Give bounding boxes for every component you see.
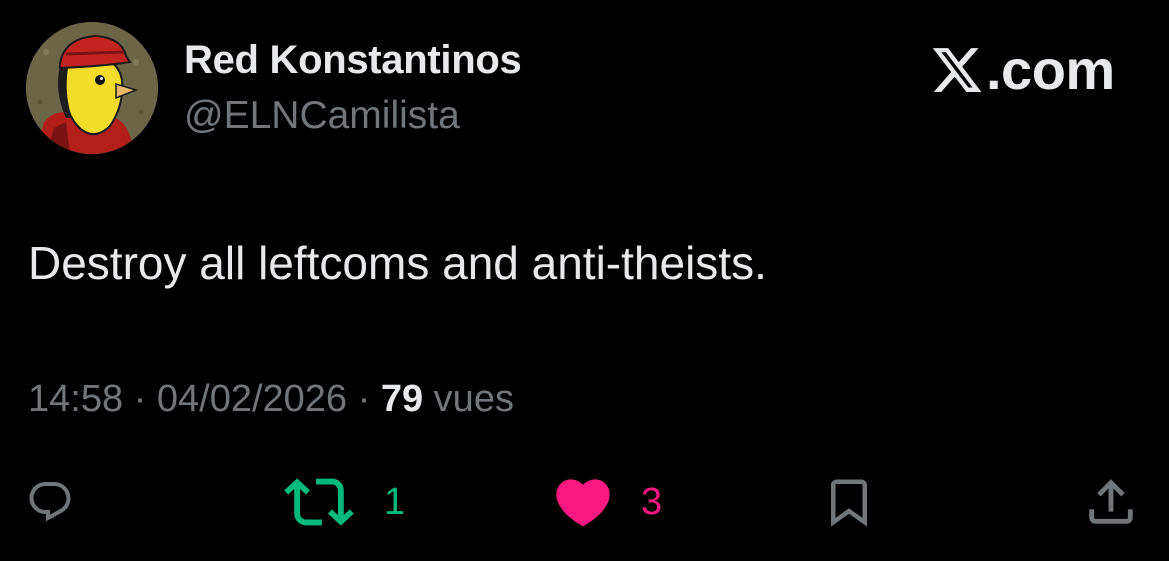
display-name[interactable]: Red Konstantinos	[184, 38, 522, 83]
like-count: 3	[641, 480, 663, 523]
retweet-button[interactable]: 1	[284, 474, 405, 530]
tweet-meta: 14:58 · 04/02/2026 · 79 vues	[28, 378, 514, 421]
meta-separator: ·	[347, 378, 381, 420]
views-label: vues	[423, 378, 514, 420]
brand-suffix: .com	[986, 38, 1115, 101]
reply-icon	[29, 482, 71, 522]
like-button[interactable]: 3	[551, 474, 662, 530]
retweet-count: 1	[384, 480, 406, 523]
avatar[interactable]	[26, 22, 158, 154]
retweet-icon	[284, 478, 354, 526]
bookmark-button[interactable]	[822, 474, 876, 530]
meta-separator: ·	[123, 378, 157, 420]
brand-watermark: .com	[930, 42, 1115, 98]
heart-icon	[556, 479, 610, 527]
share-button[interactable]	[1082, 474, 1140, 530]
tweet-date[interactable]: 04/02/2026	[157, 378, 347, 420]
views-count: 79	[380, 378, 424, 420]
tweet-time[interactable]: 14:58	[28, 378, 123, 420]
bookmark-icon	[831, 479, 867, 527]
x-logo-icon	[932, 48, 982, 92]
share-icon	[1089, 479, 1133, 524]
user-handle[interactable]: @ELNCamilista	[184, 94, 460, 138]
reply-button[interactable]	[26, 474, 74, 530]
tweet-text: Destroy all leftcoms and anti-theists.	[28, 237, 767, 289]
canary-with-red-cap-avatar	[26, 22, 158, 154]
